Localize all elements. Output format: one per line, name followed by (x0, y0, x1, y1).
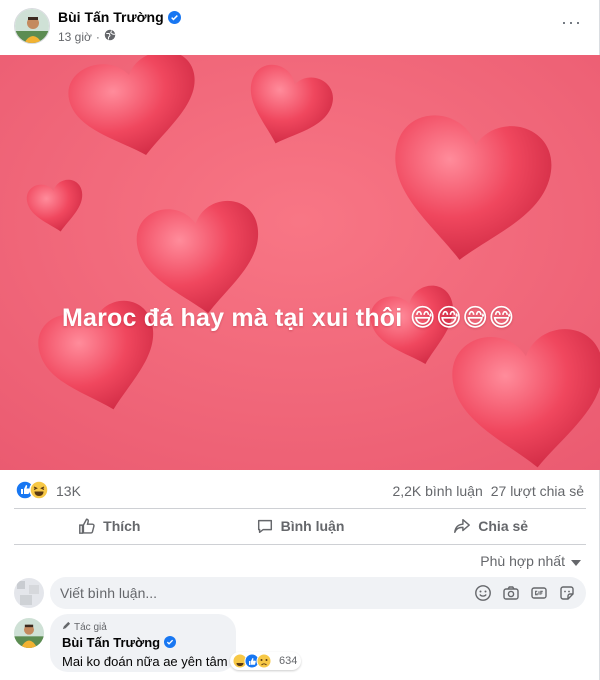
comment-reaction-count: 634 (279, 655, 298, 667)
share-icon (454, 518, 471, 534)
comment-reactions[interactable]: 634 (230, 652, 302, 670)
viewer-avatar[interactable] (14, 578, 44, 608)
more-options-button[interactable]: ··· (561, 12, 582, 33)
reaction-icons[interactable] (15, 480, 49, 500)
comment-reaction-icons (232, 653, 272, 669)
post-card: Bùi Tấn Trường 13 giờ · ··· Maroc đá hay… (0, 0, 600, 680)
reaction-count[interactable]: 13K (56, 483, 81, 499)
gif-icon[interactable] (530, 584, 548, 602)
sticker-icon[interactable] (558, 584, 576, 602)
camera-icon[interactable] (502, 584, 520, 602)
post-header: Bùi Tấn Trường 13 giờ · ··· (0, 0, 600, 55)
caption-text: Maroc đá hay mà tại xui thôi (62, 304, 403, 332)
reactions-bar: 13K 2,2K bình luận 27 lượt chia sẻ (0, 476, 600, 504)
pencil-icon (62, 621, 71, 633)
post-image[interactable]: Maroc đá hay mà tại xui thôi 😅😅😅😅 (0, 55, 600, 470)
divider (14, 508, 586, 509)
post-caption: Maroc đá hay mà tại xui thôi 😅😅😅😅 (62, 303, 515, 333)
comment-composer[interactable] (50, 577, 586, 609)
emoji-icon[interactable] (474, 584, 492, 602)
commenter-avatar[interactable] (14, 618, 44, 648)
verified-badge-icon (164, 636, 177, 649)
thumbs-up-icon (79, 518, 95, 534)
caret-down-icon (571, 553, 581, 569)
composer-tools (474, 584, 576, 602)
comment-author[interactable]: Bùi Tấn Trường (62, 635, 177, 650)
sad-icon (256, 653, 272, 669)
verified-badge-icon (167, 10, 181, 24)
engagement-stats: 2,2K bình luận 27 lượt chia sẻ (392, 483, 584, 499)
divider (14, 544, 586, 545)
author-badge: Tác giả (62, 621, 107, 633)
author-avatar[interactable] (14, 8, 50, 44)
caption-emoji: 😅😅😅😅 (409, 304, 515, 332)
share-label: Chia sẻ (478, 518, 529, 534)
comment-input[interactable] (60, 577, 480, 609)
comment-count[interactable]: 2,2K bình luận (392, 483, 482, 499)
comment-icon (257, 519, 272, 534)
like-button[interactable]: Thích (14, 510, 205, 542)
like-label: Thích (103, 518, 141, 534)
comment-author-name[interactable]: Bùi Tấn Trường (62, 635, 160, 650)
haha-icon (29, 480, 49, 500)
author-badge-label: Tác giả (74, 621, 107, 633)
hearts-background (0, 55, 600, 470)
post-meta: 13 giờ · (58, 29, 116, 44)
globe-icon (104, 29, 116, 44)
share-count[interactable]: 27 lượt chia sẻ (491, 483, 584, 499)
author-name-text[interactable]: Bùi Tấn Trường (58, 9, 164, 25)
comment-label: Bình luận (280, 518, 345, 534)
author-name[interactable]: Bùi Tấn Trường (58, 9, 181, 25)
meta-separator: · (95, 29, 100, 44)
comment-bubble: Tác giả Bùi Tấn Trường Mai ko đoán nữa a… (50, 614, 236, 672)
share-button[interactable]: Chia sẻ (395, 510, 586, 542)
sort-label: Phù hợp nhất (480, 553, 565, 569)
post-time[interactable]: 13 giờ (58, 30, 92, 44)
comment-text: Mai ko đoán nữa ae yên tâm (62, 654, 228, 669)
comment-button[interactable]: Bình luận (205, 510, 396, 542)
comment-sort-dropdown[interactable]: Phù hợp nhất (480, 553, 581, 569)
post-actions: Thích Bình luận Chia sẻ (14, 510, 586, 542)
